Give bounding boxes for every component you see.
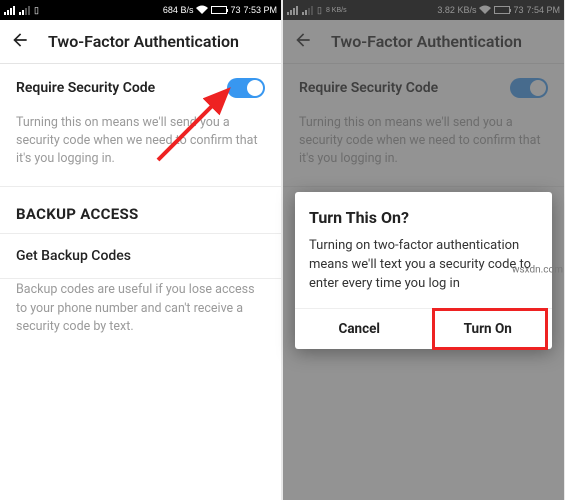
require-code-row[interactable]: Require Security Code	[0, 64, 281, 112]
battery-percent: 73	[230, 5, 240, 15]
net-speed: 684 B/s	[163, 5, 194, 15]
battery-icon	[211, 6, 227, 14]
require-code-label: Require Security Code	[16, 80, 155, 96]
require-code-hint: Turning this on means we'll send you a s…	[0, 112, 281, 187]
sim-slot-icon: ▯	[34, 5, 39, 16]
back-icon[interactable]	[10, 30, 30, 54]
dialog-title: Turn This On?	[309, 208, 538, 227]
backup-access-heading: BACKUP ACCESS	[0, 187, 281, 234]
dialog-body: Turning on two-factor authentication mea…	[309, 237, 538, 294]
status-bar: ▯ 684 B/s 73 7:53 PM	[0, 0, 281, 20]
turn-on-button[interactable]: Turn On	[424, 309, 553, 349]
signal-sim1-icon	[4, 6, 15, 15]
content-area: Require Security Code Turning this on me…	[0, 64, 281, 500]
signal-sim2-icon	[19, 6, 30, 15]
require-code-toggle[interactable]	[227, 78, 265, 98]
wifi-icon	[196, 5, 208, 16]
backup-codes-hint: Backup codes are useful if you lose acce…	[0, 279, 281, 353]
watermark: wsxdn.com	[512, 265, 563, 276]
get-backup-codes-row[interactable]: Get Backup Codes	[0, 234, 281, 279]
clock: 7:53 PM	[243, 5, 277, 15]
phone-right: ▯ 8 KB/s 3.82 KB/s 73 7:54 PM Two-Factor…	[283, 0, 564, 500]
app-bar: Two-Factor Authentication	[0, 20, 281, 64]
get-backup-codes-label: Get Backup Codes	[16, 248, 131, 264]
page-title: Two-Factor Authentication	[48, 32, 239, 51]
phone-left: ▯ 684 B/s 73 7:53 PM Two-Factor Authenti…	[0, 0, 281, 500]
cancel-button[interactable]: Cancel	[295, 309, 424, 349]
